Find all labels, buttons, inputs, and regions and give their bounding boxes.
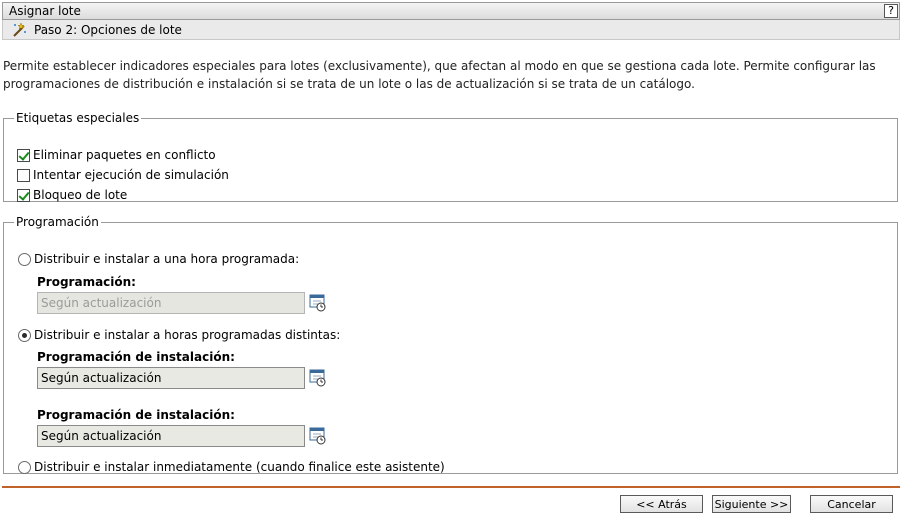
schedule-legend: Programación <box>16 215 99 229</box>
install-schedule-label-1: Programación de instalación: <box>37 350 235 364</box>
option-immediate-row[interactable]: Distribuir e instalar inmediatamente (cu… <box>18 459 445 475</box>
flag-simulation-row[interactable]: Intentar ejecución de simulación <box>17 167 229 183</box>
window-title: Asignar lote <box>9 4 81 18</box>
remove-conflicts-label[interactable]: Eliminar paquetes en conflicto <box>33 148 216 162</box>
back-button[interactable]: << Atrás <box>620 495 703 513</box>
install-schedule-input-2[interactable] <box>37 425 305 447</box>
schedule-field-label: Programación: <box>37 275 136 289</box>
immediate-label[interactable]: Distribuir e instalar inmediatamente (cu… <box>34 460 445 474</box>
footer-divider <box>2 486 900 488</box>
window-titlebar: Asignar lote ? <box>2 2 900 20</box>
immediate-radio[interactable] <box>18 460 31 474</box>
calendar-clock-icon[interactable] <box>309 294 327 312</box>
distinct-schedules-label[interactable]: Distribuir e instalar a horas programada… <box>34 328 340 342</box>
remove-conflicts-checkbox[interactable] <box>17 148 30 162</box>
option-distinct-schedules-row[interactable]: Distribuir e instalar a horas programada… <box>18 327 340 343</box>
install-schedule-input-1[interactable] <box>37 367 305 389</box>
next-button[interactable]: Siguiente >> <box>712 495 791 513</box>
flag-remove-conflicts-row[interactable]: Eliminar paquetes en conflicto <box>17 147 216 163</box>
schedule-group: Programación Distribuir e instalar a una… <box>3 215 898 474</box>
help-button[interactable]: ? <box>884 4 898 18</box>
lock-label[interactable]: Bloqueo de lote <box>33 188 127 202</box>
schedule-input[interactable] <box>37 292 305 314</box>
cancel-button[interactable]: Cancelar <box>810 495 893 513</box>
wizard-wand-icon <box>13 22 26 37</box>
special-flags-legend: Etiquetas especiales <box>16 111 140 125</box>
single-schedule-label[interactable]: Distribuir e instalar a una hora program… <box>34 252 299 266</box>
intro-text: Permite establecer indicadores especiale… <box>3 59 876 91</box>
simulation-label[interactable]: Intentar ejecución de simulación <box>33 168 229 182</box>
option-single-schedule-row[interactable]: Distribuir e instalar a una hora program… <box>18 251 299 267</box>
step-header: Paso 2: Opciones de lote <box>2 20 900 40</box>
step-title: Paso 2: Opciones de lote <box>34 23 182 37</box>
special-flags-group: Etiquetas especiales Eliminar paquetes e… <box>3 111 898 202</box>
install-schedule-label-2: Programación de instalación: <box>37 408 235 422</box>
simulation-checkbox[interactable] <box>17 168 30 182</box>
lock-checkbox[interactable] <box>17 188 30 202</box>
single-schedule-radio[interactable] <box>18 252 31 266</box>
flag-lock-row[interactable]: Bloqueo de lote <box>17 187 127 203</box>
distinct-schedules-radio[interactable] <box>18 328 31 342</box>
calendar-clock-icon[interactable] <box>309 427 327 445</box>
calendar-clock-icon[interactable] <box>309 369 327 387</box>
